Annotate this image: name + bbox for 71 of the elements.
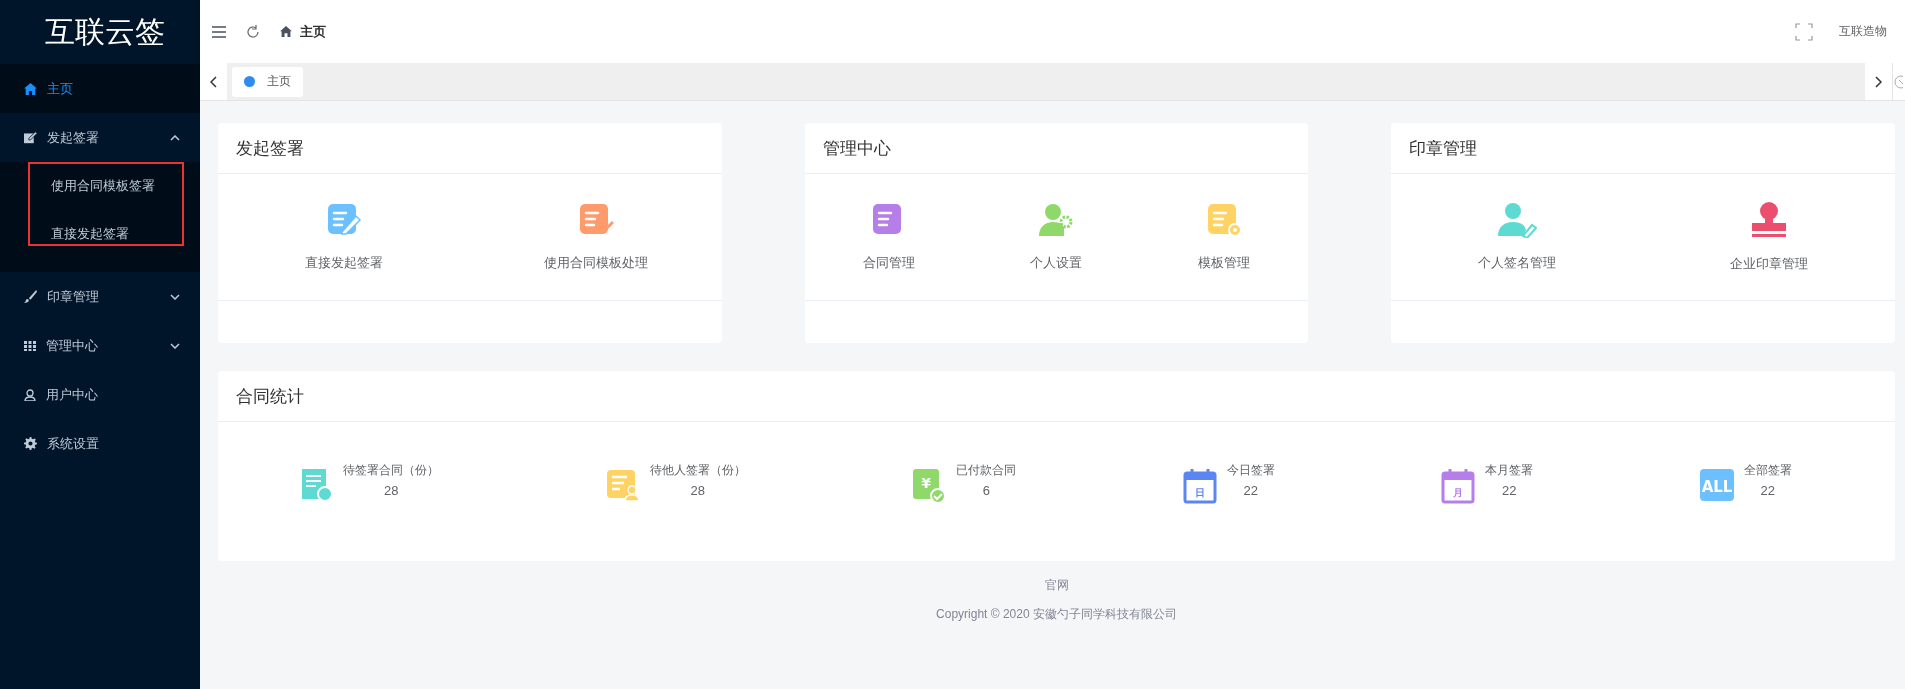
all-badge-icon: ALL (1699, 468, 1734, 502)
stat-label: 已付款合同 (956, 462, 1017, 479)
stat-value: 22 (1243, 483, 1258, 498)
sidebar-item[interactable]: 管理中心 (0, 321, 200, 370)
document-pin-icon (301, 468, 334, 502)
scroll-right-button[interactable] (1865, 63, 1892, 100)
home-icon (24, 82, 37, 95)
shortcut-link[interactable]: 个人签名管理 (1391, 174, 1644, 300)
stat-value: 22 (1502, 483, 1517, 498)
edit-icon (24, 131, 37, 144)
card-title: 发起签署 (218, 123, 722, 174)
calendar-icon: 日 (1182, 468, 1217, 504)
stat-label: 待他人签署（份） (649, 462, 746, 479)
app-logo: 互联云签 (44, 13, 166, 50)
page-tab[interactable]: 主页 (232, 66, 303, 97)
sidebar-item[interactable]: 主页 (0, 64, 200, 113)
gear-icon (24, 437, 37, 450)
stat-value: 28 (384, 483, 399, 498)
sidebar-item[interactable]: 印章管理 (0, 272, 200, 321)
sidebar-item[interactable]: 系统设置 (0, 419, 200, 468)
user-icon (24, 388, 36, 401)
chevron-right-icon (1875, 75, 1882, 88)
stat-label: 待签署合同（份） (343, 462, 440, 479)
shortcut-link[interactable]: 个人设置 (972, 174, 1141, 300)
sidebar-label: 主页 (47, 79, 73, 98)
status-dot (244, 76, 255, 87)
document-user-icon (605, 468, 640, 502)
footer-link[interactable]: 官网 (1044, 577, 1069, 594)
card-title: 合同统计 (218, 371, 1895, 422)
chevron-left-icon (210, 75, 217, 88)
sidebar-label: 印章管理 (47, 287, 99, 306)
shortcut-link[interactable]: 模板管理 (1140, 174, 1309, 300)
sidebar-item[interactable]: 发起签署 (0, 113, 200, 162)
menu-icon (212, 25, 226, 38)
scroll-left-button[interactable] (200, 63, 227, 100)
sidebar-label: 发起签署 (47, 128, 99, 147)
stat-label: 本月签署 (1485, 462, 1534, 479)
submenu-item[interactable]: 使用合同模板签署 (0, 162, 200, 210)
stamp-icon (1750, 201, 1789, 239)
calendar-icon: 月 (1441, 468, 1476, 504)
stat-label: 今日签署 (1226, 462, 1275, 479)
user-gear-icon (1038, 202, 1075, 238)
shortcut-link[interactable]: 使用合同模板处理 (469, 174, 722, 300)
card-title: 印章管理 (1391, 123, 1895, 174)
user-name[interactable]: 互联造物 (1839, 23, 1887, 40)
caret-icon (170, 342, 180, 349)
caret-icon (170, 134, 180, 141)
caret-icon (170, 293, 180, 300)
breadcrumb-item[interactable]: 主页 (300, 22, 326, 41)
sidebar-label: 管理中心 (46, 336, 98, 355)
stat-value: 22 (1760, 483, 1775, 498)
document-gear-icon (1206, 202, 1243, 238)
submenu-item[interactable]: 直接发起签署 (0, 210, 200, 258)
brush-icon (24, 290, 37, 303)
card-title: 管理中心 (804, 123, 1309, 174)
copyright-text: Copyright © 2020 安徽勺子同学科技有限公司 (936, 606, 1177, 623)
sidebar-label: 系统设置 (47, 434, 99, 453)
sidebar-label: 用户中心 (46, 385, 98, 404)
fullscreen-icon (1795, 22, 1813, 41)
stat-value: 6 (982, 483, 990, 498)
shortcut-link[interactable]: 直接发起签署 (218, 174, 470, 300)
stat-label: 全部签署 (1743, 462, 1792, 479)
sidebar-item[interactable]: 用户中心 (0, 370, 200, 419)
document-pen-icon (325, 202, 362, 238)
user-pen-icon (1497, 202, 1538, 238)
refresh-icon (246, 24, 260, 39)
grid-icon (24, 339, 36, 352)
shortcut-link[interactable]: 合同管理 (804, 174, 973, 300)
shortcut-link[interactable]: 企业印章管理 (1643, 174, 1895, 300)
stat-value: 28 (690, 483, 705, 498)
home-icon (280, 26, 292, 37)
